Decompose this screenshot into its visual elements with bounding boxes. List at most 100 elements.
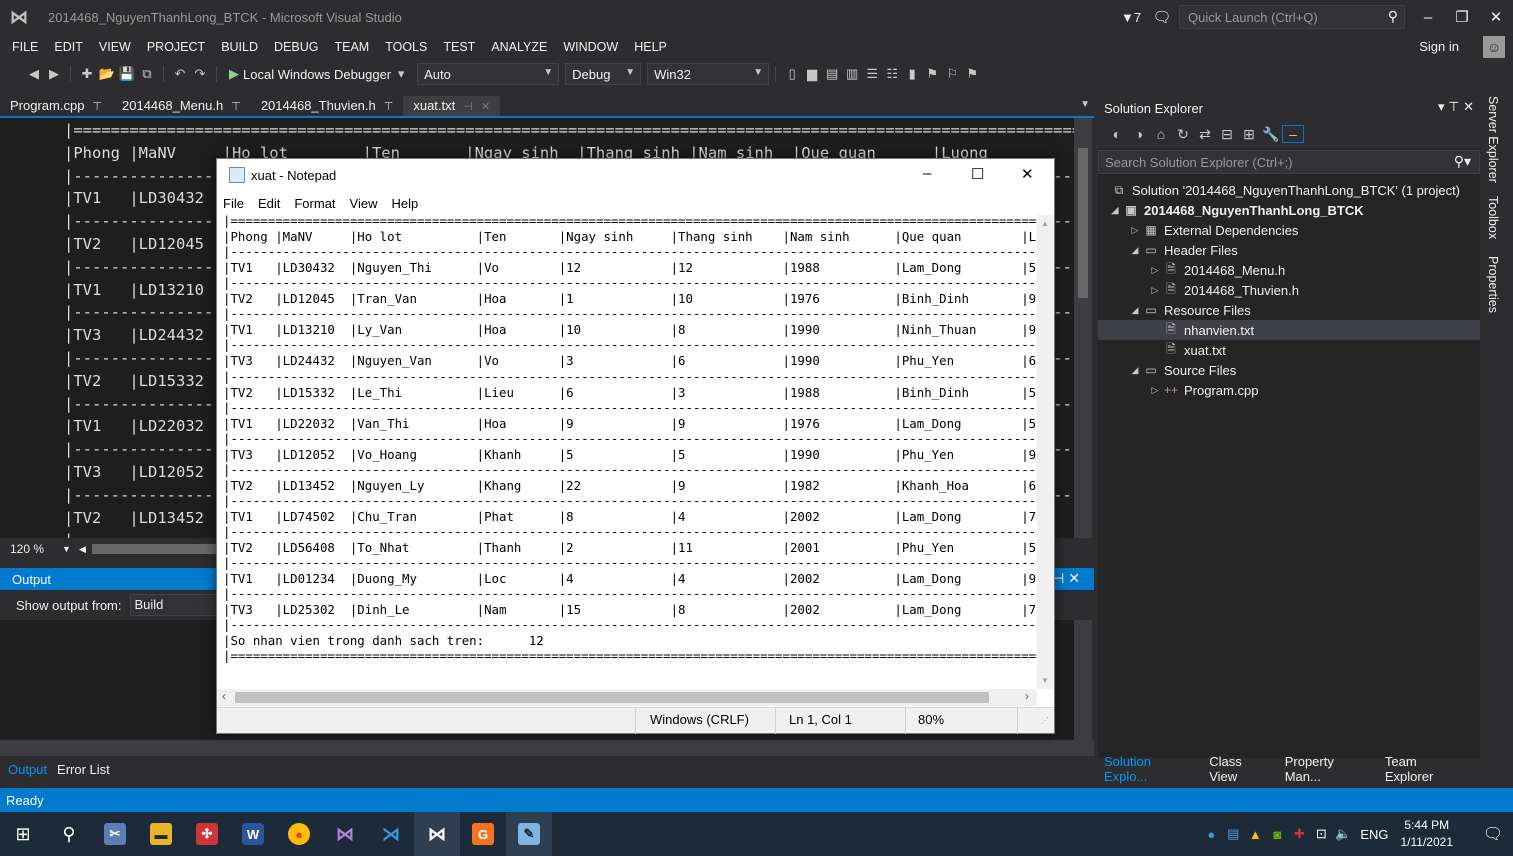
start-button[interactable]: ⊞ — [0, 812, 46, 856]
search-icon[interactable]: ⚲ — [1388, 8, 1398, 25]
resize-grip-icon[interactable]: ⋰ — [1041, 716, 1049, 725]
tree-item-source-files[interactable]: ◢ ▭ Source Files — [1098, 360, 1480, 380]
notepad-close-button[interactable]: ✕ — [1021, 165, 1034, 183]
tree-item-nhanvien-txt[interactable]: 🗎 nhanvien.txt — [1098, 320, 1480, 340]
minimize-button[interactable]: – — [1411, 9, 1445, 26]
menu-tools[interactable]: TOOLS — [377, 40, 435, 54]
scroll-up-icon[interactable]: ▲ — [1041, 219, 1049, 228]
menu-project[interactable]: PROJECT — [139, 40, 213, 54]
tab-properties[interactable]: Properties — [1486, 256, 1500, 313]
notifications-filter-icon[interactable]: ▼7 — [1117, 10, 1145, 25]
nvidia-icon[interactable]: ◙ — [1266, 827, 1288, 842]
collapse-arrow-icon[interactable]: ▷ — [1148, 265, 1162, 276]
tree-item-resource-files[interactable]: ◢ ▭ Resource Files — [1098, 300, 1480, 320]
output-vertical-scrollbar[interactable] — [1074, 620, 1092, 740]
scroll-left-icon[interactable]: ‹ — [222, 689, 226, 703]
tab-output[interactable]: Output — [8, 762, 47, 777]
menu-analyze[interactable]: ANALYZE — [483, 40, 555, 54]
collapse-arrow-icon[interactable]: ▷ — [1148, 385, 1162, 396]
scroll-thumb[interactable] — [1078, 148, 1088, 298]
scroll-down-icon[interactable]: ▼ — [1041, 676, 1049, 685]
notepad-menu-edit[interactable]: Edit — [258, 196, 280, 211]
quick-launch-input[interactable]: Quick Launch (Ctrl+Q) ⚲ — [1179, 5, 1405, 29]
visual-studio-active-icon[interactable]: ⋈ — [414, 812, 460, 856]
foxit-reader-icon[interactable]: G — [460, 812, 506, 856]
tab-program-cpp[interactable]: Program.cpp ⊤ — [0, 96, 112, 116]
scroll-left-icon[interactable]: ◀ — [79, 544, 86, 555]
tree-item-project[interactable]: ◢ ▣ 2014468_NguyenThanhLong_BTCK — [1098, 200, 1480, 220]
pin-icon[interactable]: ⊤ — [92, 101, 102, 113]
bookmark-icon[interactable]: ▮ — [902, 66, 922, 82]
close-button[interactable]: ✕ — [1479, 8, 1513, 26]
tab-property-manager[interactable]: Property Man... — [1285, 754, 1373, 784]
collapse-arrow-icon[interactable]: ▷ — [1148, 285, 1162, 296]
menu-debug[interactable]: DEBUG — [266, 40, 326, 54]
notepad-menu-view[interactable]: View — [350, 196, 378, 211]
tree-item-program-cpp[interactable]: ▷ ++ Program.cpp — [1098, 380, 1480, 400]
open-file-icon[interactable]: 📂 — [97, 66, 117, 82]
navigate-back-icon[interactable]: ◀ — [24, 66, 44, 82]
expand-arrow-icon[interactable]: ◢ — [1128, 305, 1142, 316]
search-icon[interactable]: ⚲▾ — [1454, 153, 1471, 170]
restore-button[interactable]: ❐ — [1445, 8, 1479, 26]
tab-server-explorer[interactable]: Server Explorer — [1486, 96, 1500, 183]
redo-icon[interactable]: ↷ — [190, 66, 210, 82]
align-center-icon[interactable]: ▥ — [842, 66, 862, 82]
tree-item-external-deps[interactable]: ▷ ▦ External Dependencies — [1098, 220, 1480, 240]
pin-icon[interactable]: ⊤ — [231, 101, 241, 113]
bookmark-next-icon[interactable]: ⚑ — [922, 66, 942, 82]
notepad-horizontal-scrollbar[interactable]: ‹ › — [217, 689, 1037, 706]
action-center-icon[interactable]: 🗨 — [1473, 824, 1513, 844]
tab-overflow-icon[interactable]: ▼ — [1080, 99, 1090, 110]
network-icon[interactable]: ⊡ — [1310, 826, 1332, 842]
notepad-icon[interactable]: ✎ — [506, 812, 552, 856]
scroll-thumb[interactable] — [235, 692, 989, 703]
language-indicator[interactable]: ENG — [1360, 827, 1388, 842]
menu-view[interactable]: VIEW — [91, 40, 139, 54]
menu-test[interactable]: TEST — [435, 40, 483, 54]
collapse-all-icon[interactable]: ⊟ — [1216, 126, 1238, 143]
tab-team-explorer[interactable]: Team Explorer — [1385, 754, 1468, 784]
volume-icon[interactable]: 🔈 — [1332, 826, 1354, 842]
clock[interactable]: 5:44 PM 1/11/2021 — [1401, 817, 1454, 851]
tree-item-xuat-txt[interactable]: 🗎 xuat.txt — [1098, 340, 1480, 360]
platform-combo[interactable]: Win32 ▼ — [647, 63, 770, 85]
vscode-icon[interactable]: ⋊ — [368, 812, 414, 856]
debugger-label[interactable]: Local Windows Debugger — [243, 67, 391, 82]
outdent-icon[interactable]: ☷ — [882, 66, 902, 82]
tree-item-menu-h[interactable]: ▷ 🗎 2014468_Menu.h — [1098, 260, 1480, 280]
editor-horizontal-scroll-thumb[interactable] — [92, 544, 222, 554]
configuration-combo[interactable]: Debug ▼ — [565, 63, 642, 85]
back-icon[interactable]: ◐ — [1106, 126, 1128, 142]
tree-item-header-files[interactable]: ◢ ▭ Header Files — [1098, 240, 1480, 260]
tree-item-solution[interactable]: ⧉ Solution '2014468_NguyenThanhLong_BTCK'… — [1098, 180, 1480, 200]
tab-toolbox[interactable]: Toolbox — [1486, 196, 1500, 239]
menu-file[interactable]: FILE — [4, 40, 46, 54]
tab-class-view[interactable]: Class View — [1209, 754, 1273, 784]
tray-app-icon[interactable]: ▤ — [1222, 826, 1244, 842]
close-icon[interactable]: ⊣ ✕ — [1052, 570, 1080, 587]
sign-in-link[interactable]: Sign in — [1419, 39, 1459, 54]
search-icon[interactable]: ⚲ — [46, 812, 92, 856]
start-debugging-icon[interactable]: ▶ — [229, 66, 239, 82]
notepad-text-area[interactable]: |=======================================… — [217, 215, 1037, 689]
chevron-down-icon[interactable]: ▼ — [62, 544, 71, 554]
align-left-icon[interactable]: ▤ — [822, 66, 842, 82]
panel-controls[interactable]: ▾ ⊤ ✕ — [1438, 99, 1474, 115]
notepad-minimize-button[interactable]: – — [923, 165, 931, 182]
collapse-arrow-icon[interactable]: ▷ — [1128, 225, 1142, 236]
properties-icon[interactable]: 🔧 — [1260, 126, 1282, 143]
menu-help[interactable]: HELP — [626, 40, 675, 54]
bookmark-clear-icon[interactable]: ⚑ — [962, 66, 982, 82]
close-icon[interactable]: ✕ — [481, 101, 490, 113]
attach-icon[interactable]: ▆ — [802, 66, 822, 82]
sync-icon[interactable]: ↻ — [1172, 126, 1194, 143]
expand-arrow-icon[interactable]: ◢ — [1108, 205, 1122, 216]
menu-edit[interactable]: EDIT — [46, 40, 90, 54]
chrome-icon[interactable]: ● — [276, 812, 322, 856]
zoom-level[interactable]: 120 % — [10, 542, 44, 556]
editor-vertical-scrollbar[interactable] — [1074, 118, 1092, 538]
notepad-menu-format[interactable]: Format — [294, 196, 335, 211]
account-avatar-icon[interactable]: ☺ — [1483, 36, 1505, 58]
indent-icon[interactable]: ☰ — [862, 66, 882, 82]
